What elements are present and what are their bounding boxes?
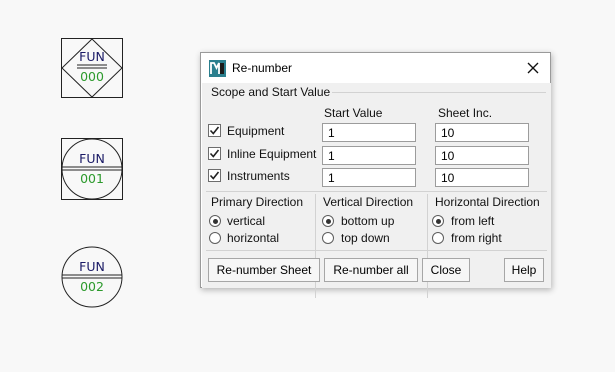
diamond-symbol-shape [61,38,123,98]
scope-separator [332,92,546,93]
equipment-checkbox[interactable] [208,124,221,137]
direction-separator [206,191,547,192]
scope-section-label: Scope and Start Value [211,85,331,99]
equipment-symbol-diamond[interactable]: FUN 000 [61,38,123,98]
help-button[interactable]: Help [504,258,544,282]
renumber-all-button[interactable]: Re-number all [324,258,418,282]
direction-divider-2 [427,194,428,298]
symbol-number-label: 000 [80,69,104,84]
buttons-separator [206,250,547,251]
bottom-up-radio-label: bottom up [341,214,395,228]
sheet-inc-header: Sheet Inc. [438,106,493,120]
check-icon [209,126,220,135]
direction-divider-1 [315,194,316,298]
boxed-circle-symbol-shape [61,138,123,200]
instruments-start-value-input[interactable] [322,168,416,187]
from-left-radio-label: from left [451,214,495,228]
inline-equipment-sheet-inc-input[interactable] [435,146,529,165]
close-window-button[interactable] [522,58,544,78]
check-icon [209,149,220,158]
symbol-number-label: 001 [80,171,104,186]
renumber-dialog: Re-number Scope and Start Value Start Va… [200,52,551,298]
equipment-start-value-input[interactable] [322,123,416,142]
from-left-radio[interactable] [432,215,444,227]
check-icon [209,171,220,180]
inline-equipment-start-value-input[interactable] [322,146,416,165]
inline-equipment-checkbox[interactable] [208,147,221,160]
equipment-label: Equipment [227,124,285,138]
circle-symbol-shape [61,246,123,308]
from-right-radio[interactable] [432,232,444,244]
dialog-titlebar[interactable]: Re-number [201,53,550,83]
vertical-radio[interactable] [209,215,221,227]
renumber-sheet-button[interactable]: Re-number Sheet [208,258,320,282]
top-down-radio[interactable] [322,232,334,244]
dialog-title: Re-number [232,61,293,75]
app-logo-icon [209,60,226,77]
symbol-name-label: FUN [79,49,105,64]
instruments-checkbox[interactable] [208,169,221,182]
start-value-header: Start Value [324,106,383,120]
vertical-radio-label: vertical [227,214,266,228]
symbol-number-label: 002 [80,279,104,294]
symbol-name-label: FUN [79,259,105,274]
drawing-canvas[interactable]: FUN 000 FUN 001 FUN 002 Re-number Scope … [0,0,615,372]
symbol-name-label: FUN [79,151,105,166]
bottom-up-radio[interactable] [322,215,334,227]
instruments-sheet-inc-input[interactable] [435,168,529,187]
equipment-sheet-inc-input[interactable] [435,123,529,142]
horizontal-radio[interactable] [209,232,221,244]
close-icon [527,62,539,74]
equipment-symbol-circle[interactable]: FUN 002 [61,246,123,308]
equipment-symbol-circle-boxed[interactable]: FUN 001 [61,138,123,200]
from-right-radio-label: from right [451,231,502,245]
dialog-body: Scope and Start Value Start Value Sheet … [202,83,551,298]
horizontal-direction-label: Horizontal Direction [435,195,540,209]
instruments-label: Instruments [227,169,290,183]
vertical-direction-label: Vertical Direction [323,195,414,209]
inline-equipment-label: Inline Equipment [227,147,317,161]
horizontal-radio-label: horizontal [227,231,280,245]
top-down-radio-label: top down [341,231,390,245]
close-button[interactable]: Close [422,258,470,282]
primary-direction-label: Primary Direction [211,195,304,209]
